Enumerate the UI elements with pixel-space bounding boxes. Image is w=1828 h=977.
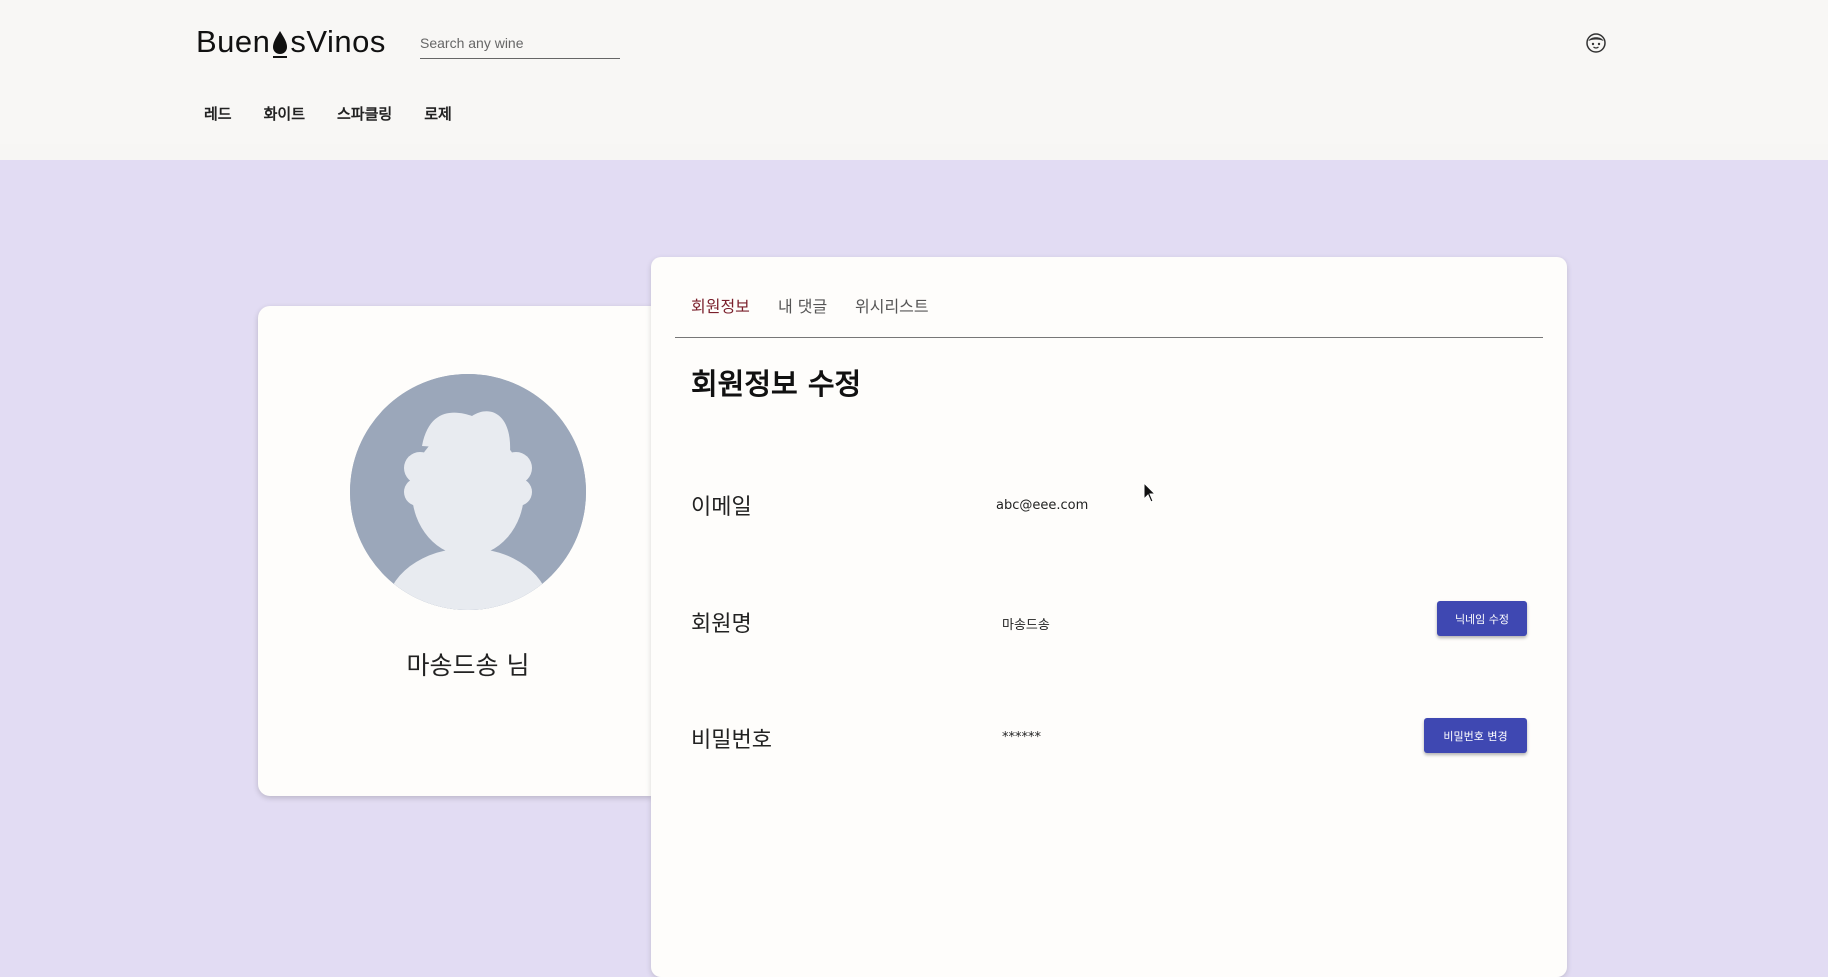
mouse-cursor-icon <box>1143 481 1157 504</box>
edit-nickname-button[interactable]: 닉네임 수정 <box>1437 601 1527 636</box>
logo-text-right: sVinos <box>290 24 386 59</box>
nickname-label: 회원명 <box>691 612 752 637</box>
logo-text-left: Buen <box>196 24 271 59</box>
nav-item-red[interactable]: 레드 <box>196 100 240 126</box>
tab-member-info[interactable]: 회원정보 <box>691 293 750 317</box>
password-value: ****** <box>1002 730 1041 745</box>
tab-wishlist[interactable]: 위시리스트 <box>855 293 929 317</box>
profile-name: 마송드송 님 <box>406 651 530 680</box>
user-face-icon[interactable] <box>1586 33 1606 53</box>
top-header: Buen sVinos 레드 화이트 스파클링 로제 <box>0 0 1828 144</box>
nav-item-sparkling[interactable]: 스파클링 <box>329 100 400 126</box>
nickname-value: 마송드송 <box>1002 618 1050 633</box>
account-panel: 회원정보 내 댓글 위시리스트 회원정보 수정 이메일 abc@eee.com … <box>651 257 1567 977</box>
wine-drop-icon <box>271 27 289 58</box>
site-logo[interactable]: Buen sVinos <box>196 22 386 62</box>
email-value: abc@eee.com <box>996 498 1089 513</box>
header-divider <box>0 144 1828 160</box>
page-title: 회원정보 수정 <box>691 367 862 401</box>
search-input[interactable] <box>420 30 620 56</box>
email-label: 이메일 <box>691 495 752 520</box>
nav-item-rose[interactable]: 로제 <box>416 100 460 126</box>
search-box[interactable] <box>420 30 620 59</box>
password-label: 비밀번호 <box>691 728 772 753</box>
nav-item-white[interactable]: 화이트 <box>256 100 313 126</box>
default-avatar-icon <box>350 374 586 610</box>
tab-my-comments[interactable]: 내 댓글 <box>778 293 827 317</box>
tab-bar: 회원정보 내 댓글 위시리스트 <box>675 257 1543 338</box>
change-password-button[interactable]: 비밀번호 변경 <box>1424 718 1527 753</box>
profile-card: 마송드송 님 <box>258 306 652 796</box>
category-nav: 레드 화이트 스파클링 로제 <box>196 100 476 126</box>
